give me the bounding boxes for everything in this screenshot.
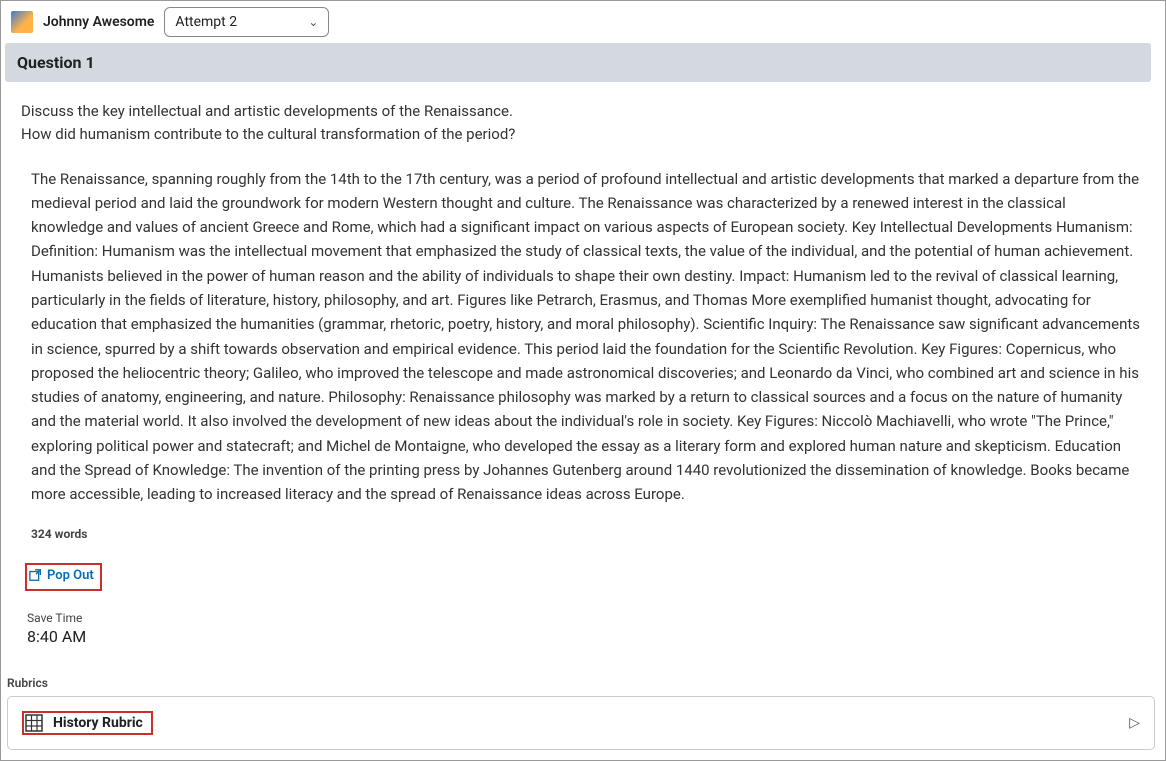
attempt-dropdown[interactable]: Attempt 2 ⌄ xyxy=(164,7,329,37)
rubric-left: History Rubric xyxy=(22,711,153,735)
word-count: 324 words xyxy=(21,527,1141,541)
question-prompt: Discuss the key intellectual and artisti… xyxy=(21,100,1141,147)
student-name: Johnny Awesome xyxy=(43,14,154,30)
content-scroll[interactable]: Question 1 Discuss the key intellectual … xyxy=(1,43,1165,761)
prompt-line-2: How did humanism contribute to the cultu… xyxy=(21,123,1141,146)
avatar xyxy=(11,11,33,33)
prompt-line-1: Discuss the key intellectual and artisti… xyxy=(21,100,1141,123)
save-time-value: 8:40 AM xyxy=(21,627,1141,646)
rubric-row[interactable]: History Rubric ▷ xyxy=(7,696,1155,750)
student-answer: The Renaissance, spanning roughly from t… xyxy=(21,167,1141,507)
save-time-label: Save Time xyxy=(21,611,1141,625)
rubrics-section: Rubrics History Rubric ▷ xyxy=(1,676,1161,750)
app-frame: Johnny Awesome Attempt 2 ⌄ Question 1 Di… xyxy=(0,0,1166,761)
attempt-selected-label: Attempt 2 xyxy=(175,14,237,30)
chevron-right-icon: ▷ xyxy=(1129,715,1140,731)
rubric-name: History Rubric xyxy=(53,715,143,731)
chevron-down-icon: ⌄ xyxy=(308,15,318,29)
rubric-name-highlight: History Rubric xyxy=(22,711,153,735)
question-body: Discuss the key intellectual and artisti… xyxy=(1,82,1161,676)
popout-highlight: Pop Out xyxy=(25,563,102,592)
popout-label: Pop Out xyxy=(47,568,94,583)
question-banner: Question 1 xyxy=(5,43,1151,82)
popout-icon xyxy=(29,568,43,582)
header-bar: Johnny Awesome Attempt 2 ⌄ xyxy=(1,1,1165,43)
grid-icon xyxy=(25,714,43,732)
rubrics-title: Rubrics xyxy=(7,676,1155,690)
popout-button[interactable]: Pop Out xyxy=(29,568,94,583)
